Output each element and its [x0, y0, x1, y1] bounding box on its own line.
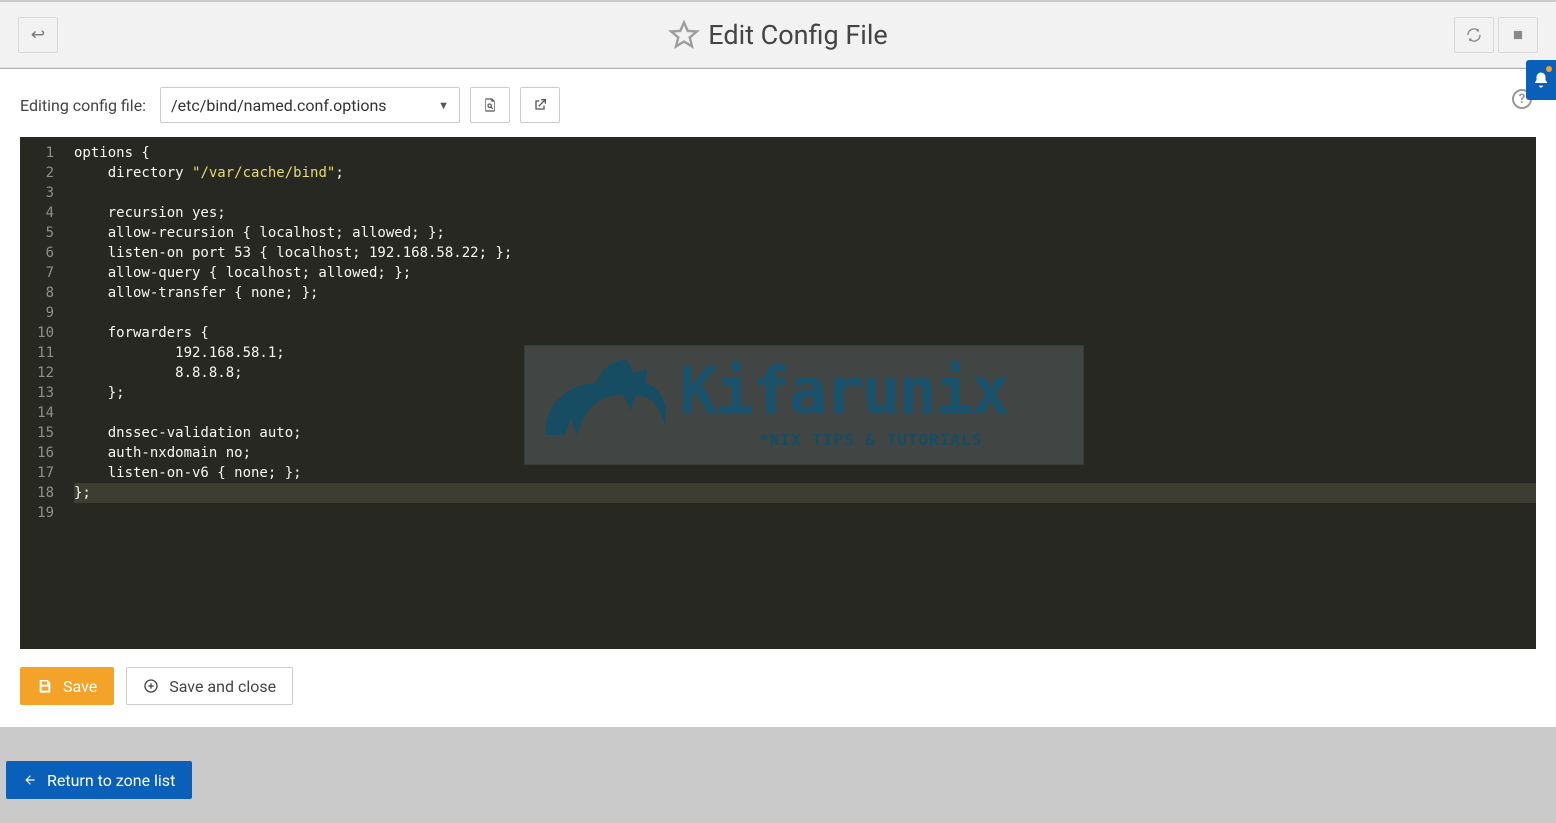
line-number: 18 [26, 483, 54, 503]
code-line[interactable]: allow-query { localhost; allowed; }; [74, 263, 1536, 283]
line-number: 19 [26, 503, 54, 523]
line-number: 7 [26, 263, 54, 283]
notifications-button[interactable] [1526, 60, 1556, 100]
code-line[interactable]: allow-recursion { localhost; allowed; }; [74, 223, 1536, 243]
line-number-gutter: 12345678910111213141516171819 [20, 137, 64, 649]
code-line[interactable]: }; [74, 483, 1536, 503]
back-arrow-icon: ↩ [31, 25, 45, 45]
return-label: Return to zone list [47, 771, 175, 790]
code-line[interactable] [74, 503, 1536, 523]
line-number: 12 [26, 363, 54, 383]
code-editor[interactable]: 12345678910111213141516171819 Kifarunix … [20, 137, 1536, 649]
line-number: 9 [26, 303, 54, 323]
refresh-icon [1466, 27, 1482, 43]
code-line[interactable]: dnssec-validation auto; [74, 423, 1536, 443]
code-line[interactable] [74, 303, 1536, 323]
line-number: 16 [26, 443, 54, 463]
code-line[interactable]: 8.8.8.8; [74, 363, 1536, 383]
open-external-button[interactable] [520, 87, 560, 123]
search-file-button[interactable] [470, 87, 510, 123]
code-line[interactable]: }; [74, 383, 1536, 403]
action-bar: Save Save and close [0, 649, 1556, 727]
save-label: Save [63, 677, 97, 696]
circle-plus-icon [143, 678, 159, 694]
code-line[interactable]: allow-transfer { none; }; [74, 283, 1536, 303]
stop-icon [1511, 28, 1525, 42]
code-line[interactable]: options { [74, 143, 1536, 163]
code-line[interactable] [74, 403, 1536, 423]
line-number: 4 [26, 203, 54, 223]
line-number: 14 [26, 403, 54, 423]
help-icon: ? [1519, 92, 1525, 107]
line-number: 2 [26, 163, 54, 183]
file-toolbar: Editing config file: /etc/bind/named.con… [0, 69, 1556, 137]
line-number: 11 [26, 343, 54, 363]
return-to-zone-list-button[interactable]: Return to zone list [6, 761, 192, 799]
stop-button[interactable] [1498, 17, 1538, 53]
config-file-select[interactable]: /etc/bind/named.conf.options ▼ [160, 87, 460, 123]
line-number: 3 [26, 183, 54, 203]
line-number: 17 [26, 463, 54, 483]
page-title: Edit Config File [708, 19, 888, 51]
line-number: 13 [26, 383, 54, 403]
external-link-icon [532, 97, 548, 113]
code-line[interactable]: auth-nxdomain no; [74, 443, 1536, 463]
code-line[interactable] [74, 183, 1536, 203]
star-icon [668, 19, 700, 51]
arrow-left-icon [23, 773, 37, 787]
bell-icon [1532, 71, 1550, 89]
line-number: 1 [26, 143, 54, 163]
notification-dot-icon [1546, 66, 1552, 72]
code-line[interactable]: directory "/var/cache/bind"; [74, 163, 1536, 183]
line-number: 6 [26, 243, 54, 263]
code-line[interactable]: recursion yes; [74, 203, 1536, 223]
line-number: 8 [26, 283, 54, 303]
file-search-icon [482, 96, 498, 114]
save-and-close-button[interactable]: Save and close [126, 667, 293, 705]
footer-bar: Return to zone list [0, 727, 1556, 817]
code-line[interactable]: forwarders { [74, 323, 1536, 343]
editing-file-label: Editing config file: [20, 96, 146, 115]
code-line[interactable]: listen-on port 53 { localhost; 192.168.5… [74, 243, 1536, 263]
line-number: 10 [26, 323, 54, 343]
save-icon [37, 678, 53, 694]
config-file-selected: /etc/bind/named.conf.options [171, 96, 387, 115]
save-and-close-label: Save and close [169, 677, 276, 696]
back-button[interactable]: ↩ [18, 17, 58, 53]
line-number: 15 [26, 423, 54, 443]
code-line[interactable]: 192.168.58.1; [74, 343, 1536, 363]
page-header: ↩ Edit Config File [0, 2, 1556, 68]
code-line[interactable]: listen-on-v6 { none; }; [74, 463, 1536, 483]
save-button[interactable]: Save [20, 667, 114, 705]
chevron-down-icon: ▼ [438, 99, 449, 112]
code-content[interactable]: Kifarunix *NIX TIPS & TUTORIALS options … [64, 137, 1536, 649]
line-number: 5 [26, 223, 54, 243]
refresh-button[interactable] [1454, 17, 1494, 53]
